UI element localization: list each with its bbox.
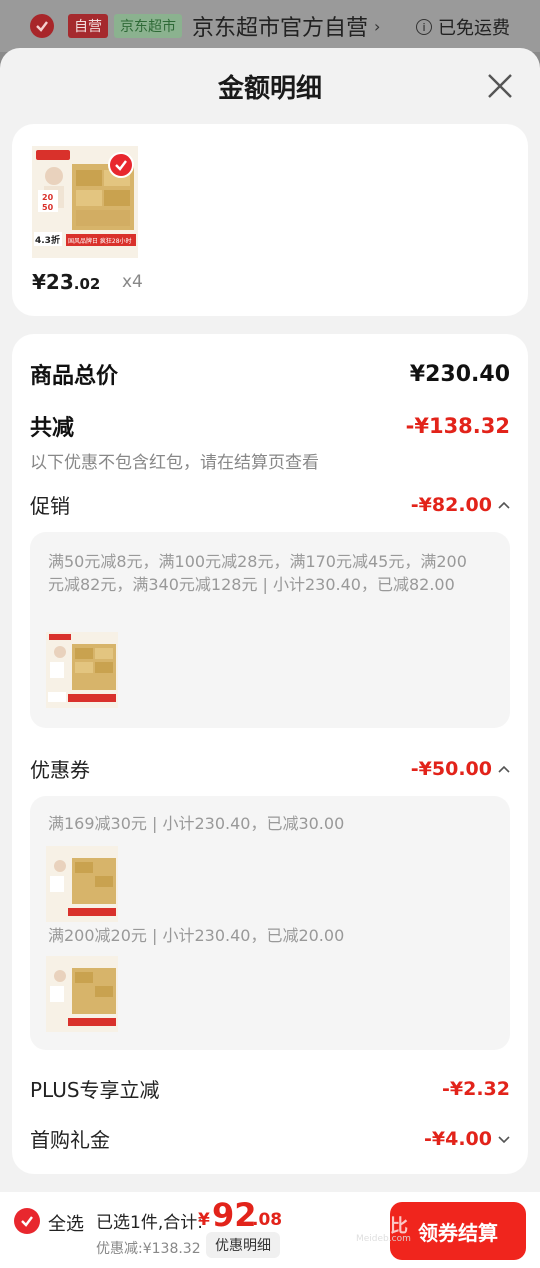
- promo-row[interactable]: 促销 -¥82.00: [30, 490, 510, 519]
- promo-amount: -¥82.00: [410, 493, 492, 516]
- self-operated-tag: 自营: [68, 14, 108, 38]
- total-price-row: 商品总价 ¥230.40: [30, 358, 510, 390]
- first-purchase-amount: -¥4.00: [424, 1127, 492, 1150]
- sheet-title: 金额明细: [217, 74, 322, 104]
- amount-detail-card: 商品总价 ¥230.40 共减 -¥138.32 以下优惠不包含红包，请在结算页…: [12, 334, 528, 1174]
- coupon-detail-box: 满169减30元 | 小计230.40，已减30.00 满200减20元 | 小…: [30, 796, 510, 1050]
- amount-detail-sheet: 金额明细 20 50 4.3折 国风品牌日 疯狂28小时 ¥23.02 x4 商…: [0, 48, 540, 1268]
- select-all-label[interactable]: 全选: [48, 1210, 84, 1236]
- coupon1-description: 满169减30元 | 小计230.40，已减30.00: [48, 814, 345, 833]
- reduce-note: 以下优惠不包含红包，请在结算页查看: [30, 453, 319, 473]
- coupon1-product-thumb: [46, 846, 118, 922]
- coupon-row[interactable]: 优惠券 -¥50.00: [30, 754, 510, 783]
- promo-detail-box: 满50元减8元，满100元减28元，满170元减45元，满200元减82元，满3…: [30, 532, 510, 728]
- store-chevron-icon: ›: [374, 16, 381, 36]
- plus-amount: -¥2.32: [442, 1077, 510, 1100]
- store-check-icon[interactable]: [30, 14, 54, 38]
- first-purchase-amount-wrap: -¥4.00: [424, 1128, 510, 1150]
- price-decimal: .02: [73, 275, 101, 293]
- discount-text: 4.3折: [35, 234, 60, 246]
- checkout-button[interactable]: 领券结算: [390, 1202, 526, 1260]
- chevron-down-icon[interactable]: [498, 1131, 510, 1147]
- select-all-check-icon[interactable]: [14, 1208, 40, 1234]
- discount-detail-button[interactable]: 优惠明细: [206, 1232, 280, 1258]
- total-reduce-row: 共减 -¥138.32: [30, 410, 510, 442]
- total-reduce-amount: -¥138.32: [405, 414, 510, 438]
- promo-product-thumb: [46, 632, 118, 708]
- first-purchase-label: 首购礼金: [30, 1128, 110, 1152]
- coupon-amount: -¥50.00: [410, 757, 492, 780]
- product-card: 20 50 4.3折 国风品牌日 疯狂28小时 ¥23.02 x4: [12, 124, 528, 316]
- coupon-label: 优惠券: [30, 758, 90, 782]
- product-price: ¥23.02: [32, 270, 100, 294]
- badge-50-text: 50: [42, 203, 54, 212]
- coupon-amount-wrap: -¥50.00: [411, 758, 510, 780]
- product-quantity: x4: [122, 272, 143, 292]
- total-reduce-label: 共减: [30, 416, 75, 441]
- chevron-up-icon[interactable]: [498, 761, 510, 777]
- selected-count: 已选1件,合计:: [96, 1213, 203, 1233]
- total-symbol: ¥: [198, 1210, 210, 1230]
- promo-label: 促销: [30, 494, 70, 518]
- store-name[interactable]: 京东超市官方自营: [192, 10, 368, 42]
- watermark-sub: Meideb.com: [356, 1234, 411, 1244]
- shipping-text: 已免运费: [438, 18, 510, 39]
- product-check-icon[interactable]: [108, 152, 134, 178]
- first-purchase-row[interactable]: 首购礼金 -¥4.00: [30, 1124, 510, 1153]
- total-decimal: .08: [252, 1210, 283, 1230]
- close-icon[interactable]: [484, 70, 516, 102]
- total-price-amount: ¥230.40: [409, 361, 510, 387]
- plus-row: PLUS专享立减 -¥2.32: [30, 1074, 510, 1103]
- checkout-bar: 全选 已选1件,合计: ¥ 92 .08 优惠减:¥138.32 优惠明细 领券…: [0, 1192, 540, 1268]
- price-main: ¥23: [32, 270, 74, 294]
- promo-description: 满50元减8元，满100元减28元，满170元减45元，满200元减82元，满3…: [48, 552, 467, 594]
- chevron-up-icon[interactable]: [498, 497, 510, 513]
- total-price-label: 商品总价: [30, 364, 119, 389]
- store-header: 自营 京东超市 京东超市官方自营 › i 已免运费: [0, 0, 540, 52]
- coupon2-product-thumb: [46, 956, 118, 1032]
- badge-20-text: 20: [42, 193, 54, 202]
- plus-label: PLUS专享立减: [30, 1078, 160, 1102]
- info-icon: i: [416, 19, 432, 35]
- total-integer: 92: [212, 1196, 257, 1234]
- banner-text: 国风品牌日 疯狂28小时: [68, 237, 132, 245]
- jd-supermarket-tag: 京东超市: [114, 14, 182, 38]
- discount-summary: 优惠减:¥138.32: [96, 1241, 201, 1257]
- shipping-status[interactable]: i 已免运费: [416, 14, 510, 40]
- promo-amount-wrap: -¥82.00: [411, 494, 510, 516]
- coupon2-description: 满200减20元 | 小计230.40，已减20.00: [48, 926, 345, 945]
